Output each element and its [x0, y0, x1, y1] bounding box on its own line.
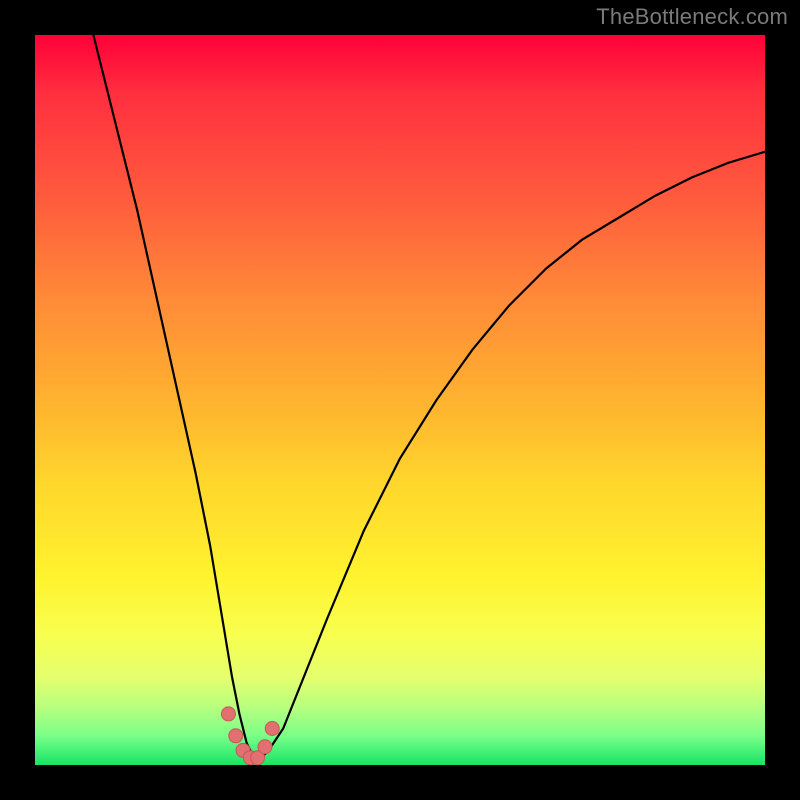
minimum-marker [229, 729, 243, 743]
minimum-marker [265, 722, 279, 736]
minimum-marker [258, 740, 272, 754]
minimum-marker [221, 707, 235, 721]
chart-svg [35, 35, 765, 765]
chart-frame: TheBottleneck.com [0, 0, 800, 800]
bottleneck-curve [93, 35, 765, 758]
watermark-text: TheBottleneck.com [596, 4, 788, 30]
minimum-markers-group [221, 707, 279, 765]
plot-area [35, 35, 765, 765]
